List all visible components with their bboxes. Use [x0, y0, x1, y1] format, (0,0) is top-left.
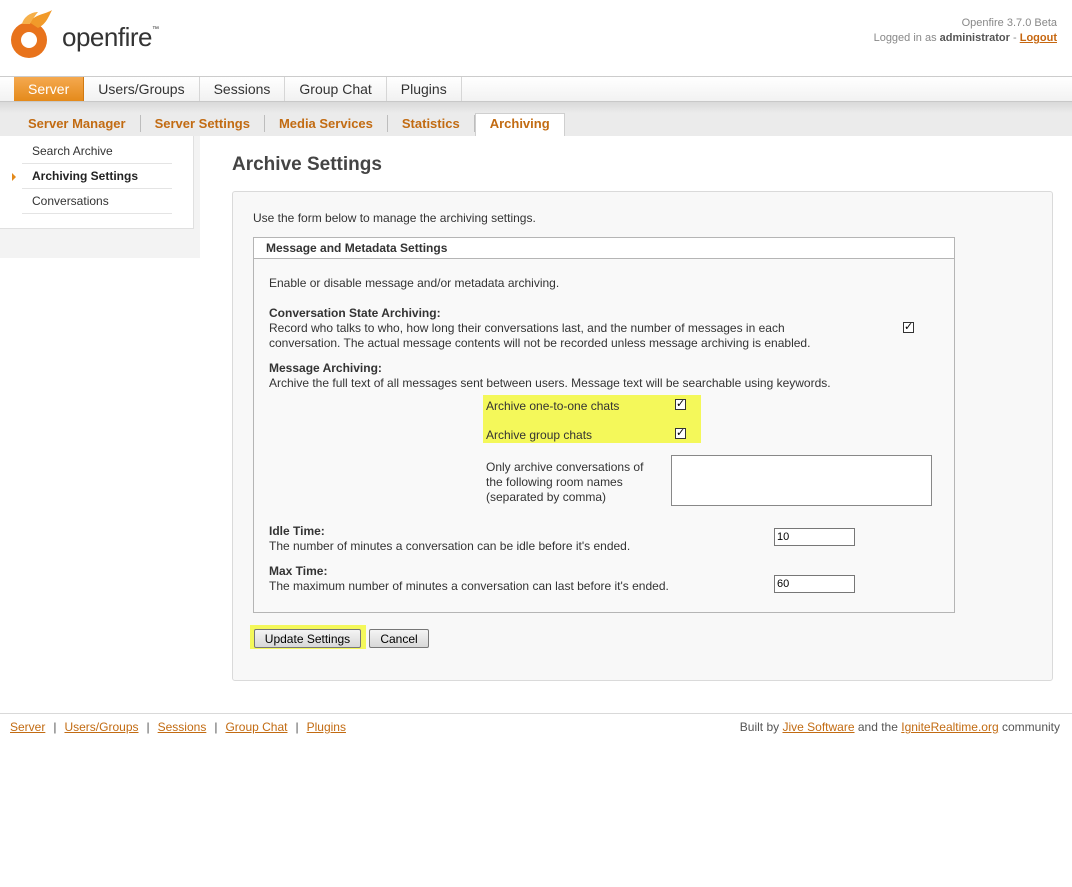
footer-link-users-groups[interactable]: Users/Groups — [64, 720, 138, 734]
tab-server[interactable]: Server — [14, 77, 85, 102]
footer-credit: Built by Jive Software and the IgniteRea… — [740, 720, 1060, 734]
logout-separator: - — [1013, 32, 1017, 44]
sidebar-item-archiving-settings[interactable]: Archiving Settings — [12, 164, 172, 189]
footer-link-plugins[interactable]: Plugins — [307, 720, 346, 734]
footer-links: Server | Users/Groups | Sessions | Group Chat |… — [10, 720, 346, 734]
room-names-label-line: Only archive conversations of — [486, 460, 644, 474]
header-info: Openfire 3.7.0 Beta Logged in as adminis… — [874, 16, 1057, 46]
archive-group-label: Archive group chats — [486, 428, 593, 442]
login-status: Logged in as administrator - Logout — [874, 31, 1057, 46]
tab-users-groups[interactable]: Users/Groups — [84, 77, 200, 102]
username: administrator — [939, 32, 1010, 44]
footer: Server | Users/Groups | Sessions | Group Chat |… — [0, 713, 1072, 743]
panel-body: Enable or disable message and/or metadat… — [254, 259, 954, 612]
panel-description: Enable or disable message and/or metadat… — [269, 276, 560, 290]
logged-in-prefix: Logged in as — [873, 32, 937, 44]
room-names-label-line: the following room names — [486, 475, 623, 489]
openfire-flame-icon — [11, 10, 52, 58]
openfire-logo[interactable]: openfire™ — [8, 8, 159, 60]
sidebar-item-label: Search Archive — [32, 144, 113, 158]
subtab-server-settings[interactable]: Server Settings — [141, 115, 265, 132]
max-time-title: Max Time: — [269, 564, 328, 578]
sidebar-item-conversations[interactable]: Conversations — [22, 189, 172, 214]
conversation-state-title: Conversation State Archiving: — [269, 306, 441, 320]
tab-plugins[interactable]: Plugins — [386, 77, 462, 102]
tab-group-chat[interactable]: Group Chat — [285, 77, 387, 102]
intro-text: Use the form below to manage the archivi… — [253, 211, 536, 225]
room-names-textarea[interactable] — [671, 455, 932, 506]
tab-sessions[interactable]: Sessions — [199, 77, 286, 102]
room-names-label: Only archive conversations of the follow… — [486, 460, 643, 505]
content-box: Use the form below to manage the archivi… — [232, 191, 1053, 681]
conversation-state-desc-2: conversation. The actual message content… — [269, 336, 811, 350]
conversation-state-desc-1: Record who talks to who, how long their … — [269, 321, 785, 335]
sidebar-item-label: Archiving Settings — [32, 169, 139, 183]
cancel-button[interactable]: Cancel — [369, 629, 429, 648]
idle-time-input[interactable] — [774, 528, 855, 546]
footer-separator: | — [214, 720, 218, 734]
footer-link-sessions[interactable]: Sessions — [158, 720, 207, 734]
header: openfire™ Openfire 3.7.0 Beta Logged in … — [0, 0, 1072, 76]
sidebar-item-search-archive[interactable]: Search Archive — [22, 139, 172, 164]
igniterealtime-link[interactable]: IgniteRealtime.org — [901, 720, 998, 734]
archive-one-to-one-checkbox[interactable]: ✓ — [675, 399, 686, 410]
logout-link[interactable]: Logout — [1020, 32, 1057, 44]
archive-one-to-one-label: Archive one-to-one chats — [486, 399, 620, 413]
nav-divider — [0, 101, 1072, 113]
sub-tabs: Server Manager Server Settings Media Ser… — [14, 113, 565, 136]
logo-wordmark: openfire™ — [62, 21, 159, 52]
update-settings-button[interactable]: Update Settings — [254, 629, 361, 648]
subtab-server-manager[interactable]: Server Manager — [14, 115, 141, 132]
main-nav: Server Users/Groups Sessions Group Chat … — [0, 76, 1072, 102]
max-time-section: Max Time: The maximum number of minutes … — [269, 564, 669, 594]
sidebar: Search Archive Archiving Settings Conver… — [0, 136, 200, 258]
idle-time-desc: The number of minutes a conversation can… — [269, 539, 631, 553]
footer-link-group-chat[interactable]: Group Chat — [225, 720, 287, 734]
panel-header: Message and Metadata Settings — [254, 238, 954, 259]
jive-software-link[interactable]: Jive Software — [782, 720, 854, 734]
max-time-desc: The maximum number of minutes a conversa… — [269, 579, 669, 593]
page-title: Archive Settings — [232, 154, 382, 175]
idle-time-section: Idle Time: The number of minutes a conve… — [269, 524, 630, 554]
credit-suffix: community — [1001, 720, 1060, 734]
credit-mid: and the — [857, 720, 898, 734]
credit-prefix: Built by — [739, 720, 780, 734]
message-archiving-title: Message Archiving: — [269, 361, 382, 375]
active-arrow-icon — [12, 173, 16, 181]
conversation-state-checkbox[interactable]: ✓ — [903, 322, 914, 333]
room-names-label-line: (separated by comma) — [486, 490, 607, 504]
sidebar-menu: Search Archive Archiving Settings Conver… — [0, 136, 194, 229]
main-tabs: Server Users/Groups Sessions Group Chat … — [14, 77, 462, 102]
footer-separator: | — [53, 720, 57, 734]
subtab-statistics[interactable]: Statistics — [388, 115, 475, 132]
footer-separator: | — [146, 720, 150, 734]
idle-time-title: Idle Time: — [269, 524, 325, 538]
footer-separator: | — [295, 720, 299, 734]
footer-link-server[interactable]: Server — [10, 720, 45, 734]
max-time-input[interactable] — [774, 575, 855, 593]
subtab-archiving[interactable]: Archiving — [474, 113, 565, 136]
archive-group-checkbox[interactable]: ✓ — [675, 428, 686, 439]
conversation-state-section: Conversation State Archiving: Record who… — [269, 306, 810, 351]
sidebar-item-label: Conversations — [32, 194, 109, 208]
subtab-media-services[interactable]: Media Services — [265, 115, 388, 132]
sub-nav: Server Manager Server Settings Media Ser… — [0, 113, 1072, 136]
message-archiving-desc: Archive the full text of all messages se… — [269, 376, 831, 390]
version-label: Openfire 3.7.0 Beta — [961, 17, 1057, 29]
message-archiving-section: Message Archiving: Archive the full text… — [269, 361, 831, 391]
settings-panel: Message and Metadata Settings Enable or … — [253, 237, 955, 613]
